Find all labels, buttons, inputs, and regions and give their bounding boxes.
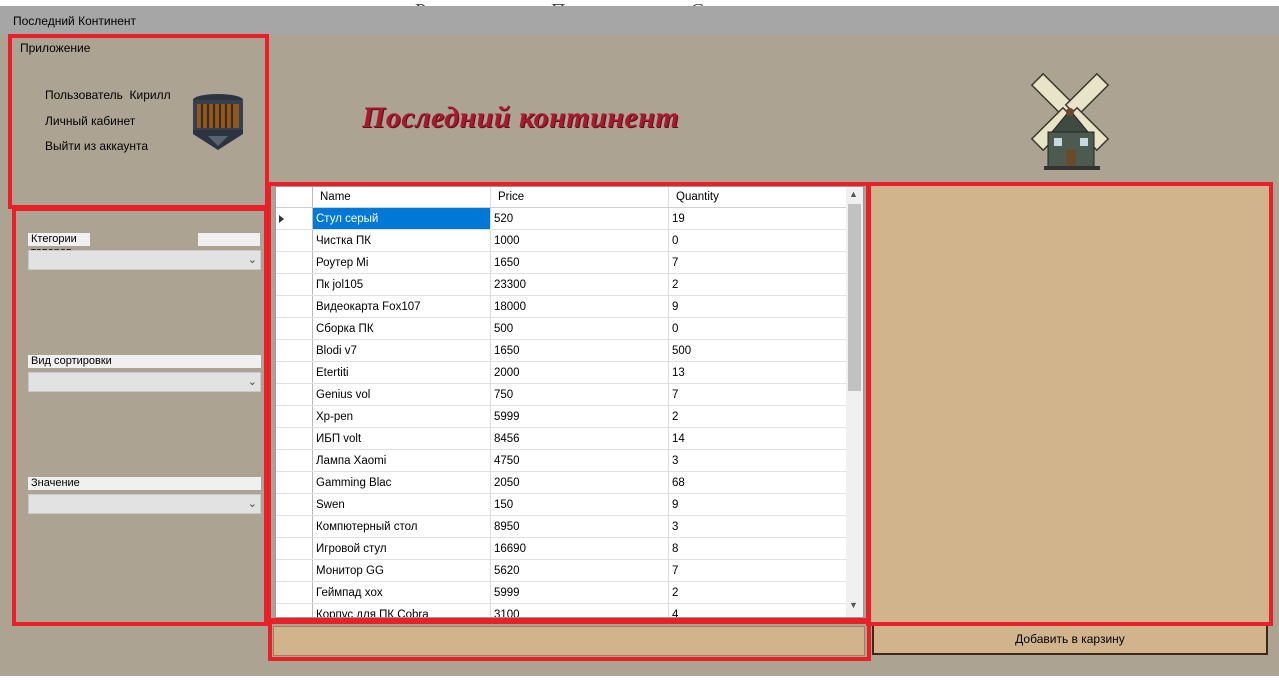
highlight-bottom-field	[268, 620, 871, 661]
windmill-logo-icon	[1030, 72, 1110, 170]
highlight-right-panel	[866, 182, 1273, 626]
highlight-filters-area	[12, 207, 268, 626]
window-title: Последний Континент	[13, 14, 136, 28]
highlight-grid-area	[267, 182, 871, 622]
add-to-cart-button[interactable]: Добавить в карзину	[872, 624, 1268, 655]
highlight-user-area	[8, 34, 269, 209]
title-bar[interactable]: Последний Континент	[0, 6, 1279, 35]
brand-title: Последний континент	[362, 101, 680, 134]
window-bottom-edge	[0, 676, 1279, 681]
